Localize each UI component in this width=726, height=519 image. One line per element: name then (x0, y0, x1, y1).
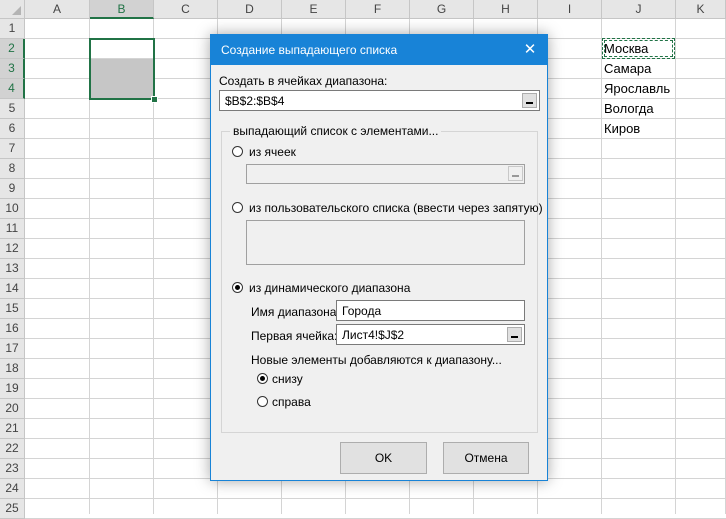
first-cell-ref-button[interactable] (507, 327, 522, 342)
first-cell-input[interactable]: Лист4!$J$2 (336, 324, 525, 345)
column-header-j[interactable]: J (602, 0, 676, 19)
select-all-triangle-icon (12, 6, 21, 15)
row-header-15[interactable]: 15 (0, 299, 25, 319)
cell-j3[interactable]: Самара (604, 59, 651, 79)
column-header-f[interactable]: F (346, 0, 410, 19)
new-items-label: Новые элементы добавляются к диапазону..… (251, 353, 502, 367)
row-header-6[interactable]: 6 (0, 119, 25, 139)
row-header-16[interactable]: 16 (0, 319, 25, 339)
column-header-k[interactable]: K (676, 0, 726, 19)
opt-below-label[interactable]: снизу (272, 372, 303, 386)
select-all-corner[interactable] (0, 0, 25, 19)
opt-dynamic-radio[interactable] (232, 282, 243, 293)
collapse-dialog-icon (511, 336, 518, 338)
collapse-dialog-icon (512, 175, 519, 177)
range-name-input[interactable]: Города (336, 300, 525, 321)
dialog-titlebar[interactable]: Создание выпадающего списка ✕ (211, 35, 547, 65)
row-header-1[interactable]: 1 (0, 19, 25, 39)
row-gridline (25, 498, 726, 499)
first-cell-value: Лист4!$J$2 (342, 328, 405, 342)
row-header-13[interactable]: 13 (0, 259, 25, 279)
opt-cells-label[interactable]: из ячеек (249, 145, 296, 159)
row-header-22[interactable]: 22 (0, 439, 25, 459)
cancel-button[interactable]: Отмена (443, 442, 529, 474)
items-group-label: выпадающий список с элементами... (230, 124, 442, 138)
cell-j2[interactable]: Москва (604, 39, 648, 59)
row-header-25[interactable]: 25 (0, 499, 25, 519)
ok-button[interactable]: OK (340, 442, 427, 474)
opt-dynamic-label[interactable]: из динамического диапазона (249, 281, 410, 295)
row-header-3[interactable]: 3 (0, 59, 25, 79)
range-input-value: $B$2:$B$4 (225, 94, 285, 108)
opt-right-radio[interactable] (257, 396, 268, 407)
range-ref-button[interactable] (522, 93, 537, 108)
row-header-14[interactable]: 14 (0, 279, 25, 299)
row-header-24[interactable]: 24 (0, 479, 25, 499)
cell-j6[interactable]: Киров (604, 119, 640, 139)
row-header-23[interactable]: 23 (0, 459, 25, 479)
custom-list-textarea[interactable] (246, 220, 525, 265)
row-header-21[interactable]: 21 (0, 419, 25, 439)
cell-j4[interactable]: Ярославль (604, 79, 670, 99)
column-header-a[interactable]: A (25, 0, 90, 19)
cells-range-input[interactable] (246, 164, 525, 184)
row-header-5[interactable]: 5 (0, 99, 25, 119)
range-input[interactable]: $B$2:$B$4 (219, 90, 540, 111)
row-header-2[interactable]: 2 (0, 39, 25, 59)
row-header-19[interactable]: 19 (0, 379, 25, 399)
row-header-17[interactable]: 17 (0, 339, 25, 359)
row-header-8[interactable]: 8 (0, 159, 25, 179)
column-gridline (601, 19, 602, 514)
row-header-7[interactable]: 7 (0, 139, 25, 159)
column-header-h[interactable]: H (474, 0, 538, 19)
range-name-value: Города (342, 304, 382, 318)
collapse-dialog-icon (526, 102, 533, 104)
row-header-12[interactable]: 12 (0, 239, 25, 259)
opt-custom-radio[interactable] (232, 202, 243, 213)
create-dropdown-dialog: Создание выпадающего списка ✕ Создать в … (210, 34, 548, 481)
row-header-18[interactable]: 18 (0, 359, 25, 379)
row-header-20[interactable]: 20 (0, 399, 25, 419)
selected-range-b2-b4[interactable] (89, 38, 155, 100)
column-gridline (675, 19, 676, 514)
row-header-10[interactable]: 10 (0, 199, 25, 219)
row-header-4[interactable]: 4 (0, 79, 25, 99)
cell-j5[interactable]: Вологда (604, 99, 654, 119)
column-header-e[interactable]: E (282, 0, 346, 19)
row-header-9[interactable]: 9 (0, 179, 25, 199)
column-header-c[interactable]: C (154, 0, 218, 19)
range-name-label: Имя диапазона: (251, 305, 340, 319)
column-header-i[interactable]: I (538, 0, 602, 19)
column-header-d[interactable]: D (218, 0, 282, 19)
opt-right-label[interactable]: справа (272, 395, 311, 409)
opt-custom-label[interactable]: из пользовательского списка (ввести чере… (249, 201, 543, 215)
row-header-11[interactable]: 11 (0, 219, 25, 239)
close-icon[interactable]: ✕ (513, 35, 547, 65)
fill-handle[interactable] (151, 96, 158, 103)
cells-ref-button[interactable] (508, 166, 523, 181)
range-label: Создать в ячейках диапазона: (219, 74, 388, 88)
column-header-g[interactable]: G (410, 0, 474, 19)
first-cell-label: Первая ячейка: (251, 329, 338, 343)
dialog-title: Создание выпадающего списка (221, 43, 398, 57)
opt-below-radio[interactable] (257, 373, 268, 384)
opt-cells-radio[interactable] (232, 146, 243, 157)
column-header-b[interactable]: B (90, 0, 154, 19)
